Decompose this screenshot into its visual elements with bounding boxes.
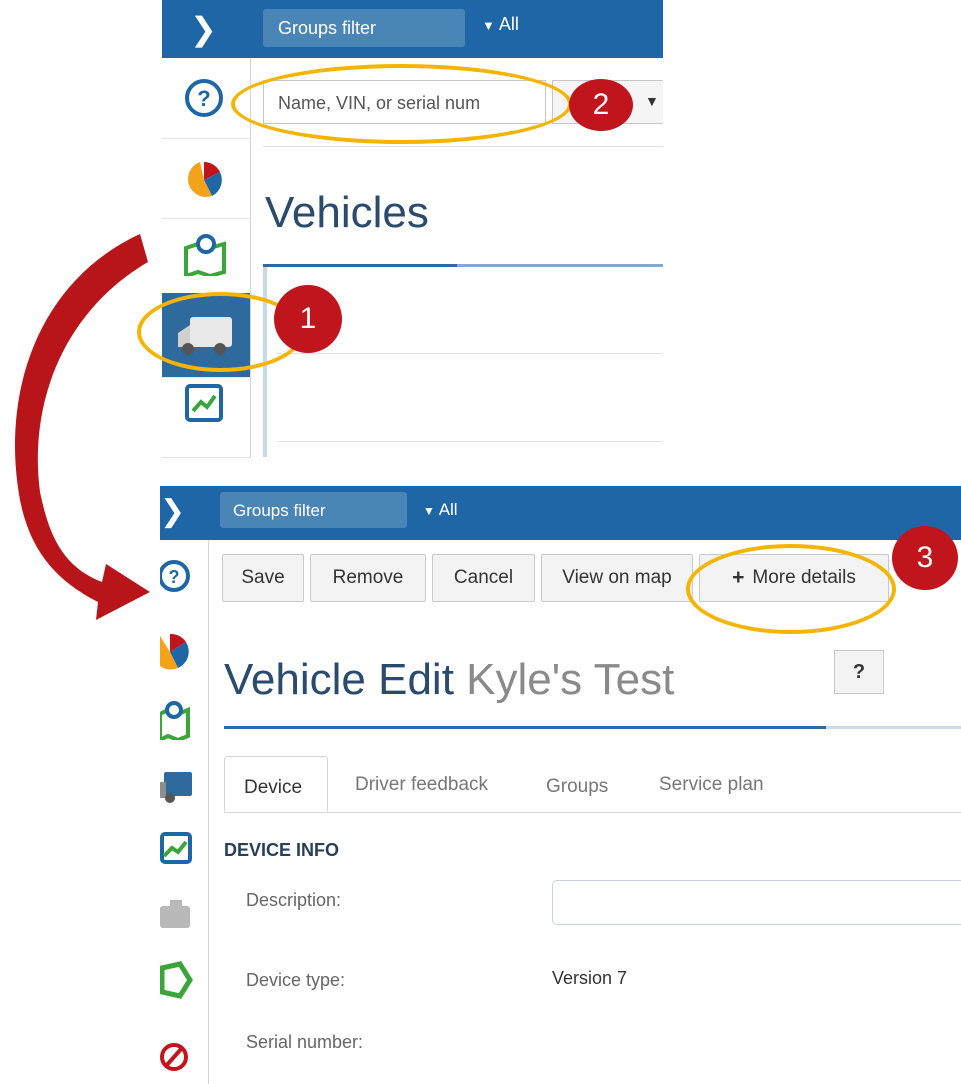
tab-groups[interactable]: Groups (546, 776, 608, 798)
caret-down-icon: ▼ (423, 504, 435, 518)
groups-filter-value: All (498, 14, 519, 34)
groups-filter-label: Groups filter (233, 501, 326, 520)
bottom-sidebar: ? (160, 540, 209, 1084)
svg-text:?: ? (197, 86, 210, 111)
tab-driver-feedback[interactable]: Driver feedback (355, 774, 488, 796)
groups-filter-value: All (438, 500, 458, 519)
save-button[interactable]: Save (222, 554, 304, 602)
title-prefix: Vehicle Edit (224, 655, 454, 704)
description-field[interactable] (552, 880, 961, 925)
callout-badge-1: 1 (274, 285, 342, 353)
divider (263, 146, 663, 147)
groups-filter-button[interactable]: Groups filter (263, 9, 465, 47)
groups-filter-label: Groups filter (278, 18, 377, 38)
expand-menu-icon[interactable]: ❯ (190, 10, 217, 48)
trend-chart-icon[interactable] (160, 832, 194, 868)
groups-filter-button[interactable]: Groups filter (220, 492, 407, 528)
truck-icon[interactable] (160, 766, 194, 806)
pie-chart-icon[interactable] (160, 632, 194, 672)
expand-menu-icon[interactable]: ❯ (160, 494, 185, 529)
highlight-search (231, 64, 572, 144)
pie-chart-icon (187, 162, 222, 198)
map-icon[interactable] (160, 700, 194, 740)
help-icon[interactable]: ? (160, 558, 194, 594)
svg-text:?: ? (169, 567, 180, 587)
zone-icon[interactable] (160, 960, 194, 1000)
remove-button[interactable]: Remove (310, 554, 426, 602)
page-title: Vehicles (265, 188, 429, 237)
camera-icon[interactable] (160, 896, 194, 932)
caret-down-icon: ▼ (645, 93, 659, 109)
groups-filter-dropdown[interactable]: ▼ All (482, 14, 519, 35)
page-title: Vehicle Edit Kyle's Test (224, 655, 674, 705)
tabs-bar: Device Driver feedback Groups Service pl… (224, 756, 961, 813)
caret-down-icon: ▼ (482, 18, 495, 33)
cancel-button[interactable]: Cancel (432, 554, 535, 602)
view-on-map-button[interactable]: View on map (541, 554, 693, 602)
tab-service-plan[interactable]: Service plan (659, 774, 764, 796)
sidebar-item-dashboard[interactable] (162, 138, 250, 219)
help-button[interactable]: ? (834, 650, 884, 694)
help-icon: ? (185, 79, 223, 117)
groups-filter-dropdown[interactable]: ▼ All (423, 500, 458, 520)
serial-number-label: Serial number: (246, 1032, 364, 1052)
highlight-more-details (686, 544, 896, 634)
exceptions-icon[interactable] (160, 1040, 194, 1074)
vehicle-name: Kyle's Test (466, 655, 675, 704)
list-item[interactable] (277, 353, 663, 354)
callout-badge-3: 3 (892, 526, 958, 590)
list-item[interactable] (277, 441, 663, 442)
tab-label: Device (244, 777, 303, 798)
title-underline (224, 726, 961, 729)
section-heading: DEVICE INFO (224, 840, 340, 860)
callout-badge-2: 2 (569, 79, 633, 131)
tab-device[interactable]: Device (224, 756, 328, 812)
device-type-label: Device type: (246, 970, 346, 990)
device-type-value: Version 7 (552, 968, 628, 988)
description-label: Description: (246, 890, 342, 910)
